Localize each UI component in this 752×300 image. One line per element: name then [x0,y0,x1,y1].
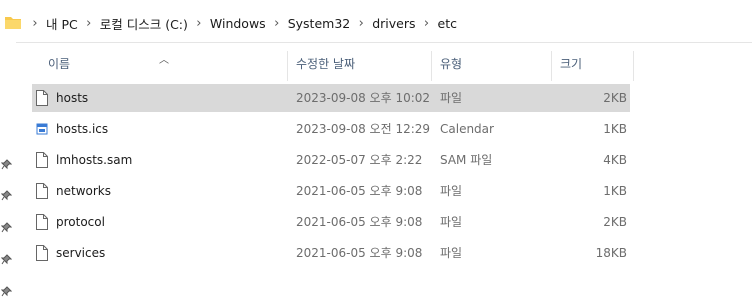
pin-icon[interactable] [1,190,12,201]
column-header-name-label: 이름 [48,56,71,71]
chevron-right-icon[interactable]: › [418,16,436,31]
pin-icon[interactable] [1,159,12,170]
file-icon [36,245,48,261]
breadcrumb-item-system32[interactable]: System32 [286,16,353,31]
calendar-file-icon [36,123,48,135]
pin-icon[interactable] [1,254,12,265]
chevron-right-icon[interactable]: › [26,16,44,31]
file-date: 2021-06-05 오후 9:08 [296,215,423,229]
column-header-size-label: 크기 [560,56,583,71]
column-header-bar: ︿ 이름 수정한 날짜 유형 크기 [16,43,752,83]
file-size: 2KB [603,91,627,105]
file-row-lmhosts-sam[interactable]: lmhosts.sam 2022-05-07 오후 2:22 SAM 파일 4K… [32,146,630,174]
pin-icon[interactable] [1,286,12,297]
file-size: 18KB [595,246,627,260]
chevron-right-icon[interactable]: › [352,16,370,31]
file-row-hosts[interactable]: hosts 2023-09-08 오후 10:02 파일 2KB [32,84,630,112]
file-size: 1KB [603,184,627,198]
breadcrumb-item-drivers[interactable]: drivers [370,16,417,31]
file-name: hosts.ics [56,122,109,136]
file-name: hosts [56,91,89,105]
navigation-pane[interactable] [0,42,16,300]
file-size: 2KB [603,215,627,229]
column-divider[interactable] [633,51,634,81]
pin-icon[interactable] [1,222,12,233]
file-date: 2021-06-05 오후 9:08 [296,246,423,260]
file-name: services [56,246,106,260]
column-header-name[interactable]: 이름 [32,43,288,83]
file-date: 2023-09-08 오전 12:29 [296,122,431,136]
file-icon [36,152,48,168]
file-icon [36,90,48,106]
column-header-type[interactable]: 유형 [432,43,552,83]
file-type: SAM 파일 [440,153,493,167]
file-name: lmhosts.sam [56,153,133,167]
chevron-right-icon[interactable]: › [190,16,208,31]
breadcrumb-item-my-pc[interactable]: 내 PC [44,14,80,33]
file-date: 2022-05-07 오후 2:22 [296,153,423,167]
chevron-right-icon[interactable]: › [268,16,286,31]
file-date: 2021-06-05 오후 9:08 [296,184,423,198]
file-row-hosts-ics[interactable]: hosts.ics 2023-09-08 오전 12:29 Calendar 1… [32,115,630,143]
folder-icon [5,17,21,29]
file-type: 파일 [440,91,463,105]
file-icon [36,183,48,199]
file-name: networks [56,184,111,198]
breadcrumb: › 내 PC › 로컬 디스크 (C:) › Windows › System3… [26,14,459,33]
file-size: 1KB [603,122,627,136]
column-header-size[interactable]: 크기 [552,43,634,83]
file-size: 4KB [603,153,627,167]
breadcrumb-item-windows[interactable]: Windows [208,16,268,31]
column-header-date[interactable]: 수정한 날짜 [288,43,432,83]
address-bar[interactable]: › 내 PC › 로컬 디스크 (C:) › Windows › System3… [0,0,752,43]
file-type: Calendar [440,122,494,136]
file-date: 2023-09-08 오후 10:02 [296,91,431,105]
breadcrumb-item-local-disk[interactable]: 로컬 디스크 (C:) [98,14,190,33]
file-type: 파일 [440,246,463,260]
chevron-right-icon[interactable]: › [80,16,98,31]
file-type: 파일 [440,215,463,229]
column-header-date-label: 수정한 날짜 [296,56,356,71]
file-row-networks[interactable]: networks 2021-06-05 오후 9:08 파일 1KB [32,177,630,205]
file-row-protocol[interactable]: protocol 2021-06-05 오후 9:08 파일 2KB [32,208,630,236]
file-type: 파일 [440,184,463,198]
file-icon [36,214,48,230]
file-row-services[interactable]: services 2021-06-05 오후 9:08 파일 18KB [32,239,630,267]
file-name: protocol [56,215,105,229]
breadcrumb-item-etc[interactable]: etc [436,16,459,31]
column-header-type-label: 유형 [440,56,463,71]
